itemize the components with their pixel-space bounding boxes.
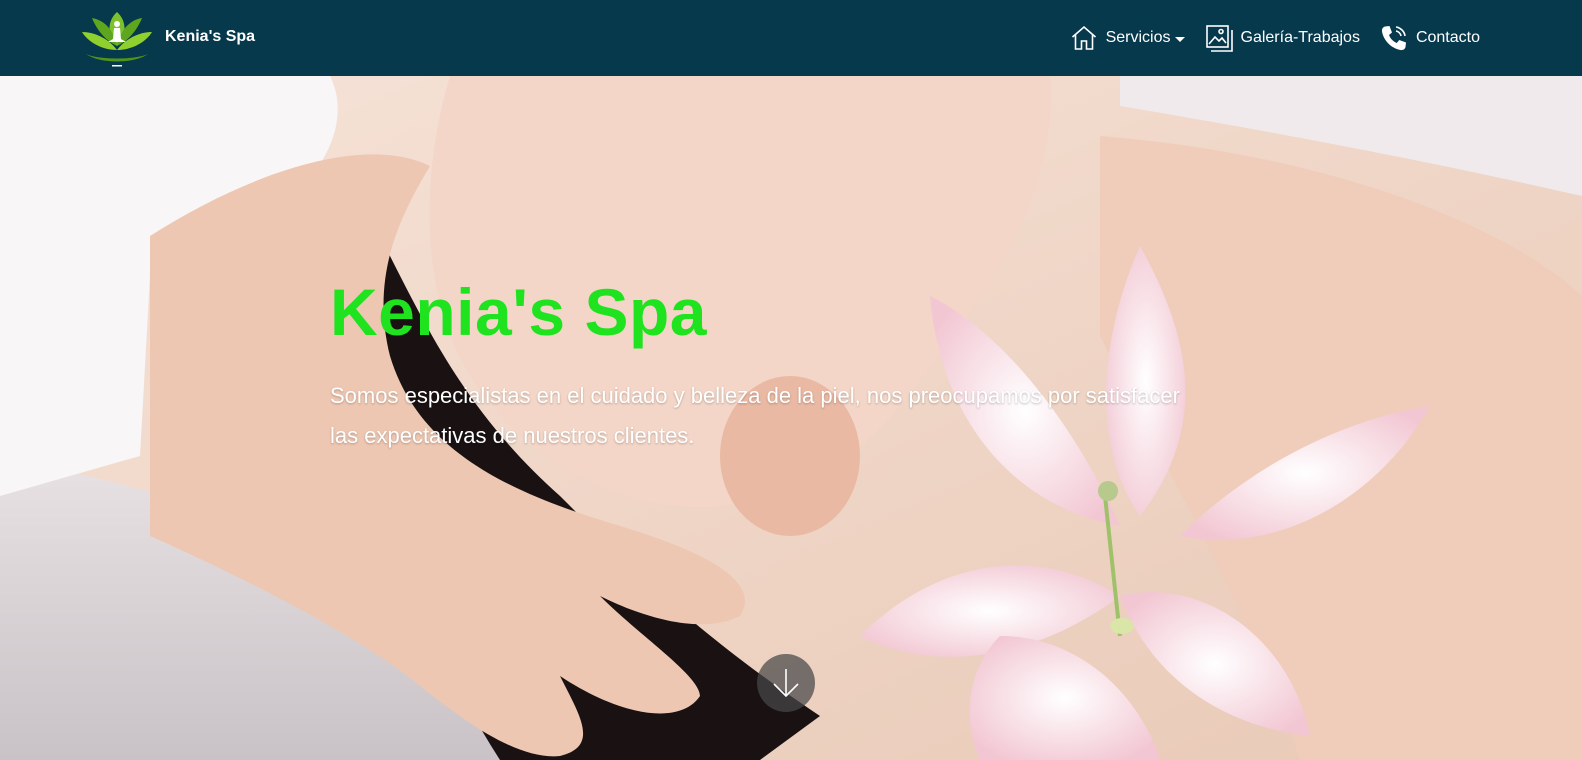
brand-link[interactable]: Kenia's Spa <box>80 6 255 70</box>
nav-galeria[interactable]: Galería-Trabajos <box>1205 24 1360 52</box>
nav-contacto-label[interactable]: Contacto <box>1416 29 1480 47</box>
hero-section: Kenia's Spa Somos especialistas en el cu… <box>0 76 1582 760</box>
home-icon <box>1071 25 1096 50</box>
nav-servicios-label[interactable]: Servicios <box>1106 29 1171 47</box>
phone-icon <box>1381 26 1406 51</box>
nav-galeria-label[interactable]: Galería-Trabajos <box>1241 29 1360 47</box>
nav-servicios[interactable]: Servicios <box>1070 24 1185 52</box>
main-menu: Servicios Galería-Trabajos Contacto <box>1070 0 1480 76</box>
hero-title: Kenia's Spa <box>330 275 708 349</box>
brand-name[interactable]: Kenia's Spa <box>165 28 255 46</box>
nav-contacto[interactable]: Contacto <box>1380 24 1480 52</box>
chevron-down-icon[interactable] <box>1174 36 1185 42</box>
gallery-icon <box>1205 25 1233 52</box>
arrow-down-icon <box>773 669 799 698</box>
hero-subtitle: Somos especialistas en el cuidado y bell… <box>330 383 1180 448</box>
scroll-down-button[interactable] <box>757 654 815 712</box>
top-navbar: Kenia's Spa Servicios Galería-Trabajos C… <box>0 0 1582 76</box>
lotus-meditation-logo <box>82 12 152 67</box>
